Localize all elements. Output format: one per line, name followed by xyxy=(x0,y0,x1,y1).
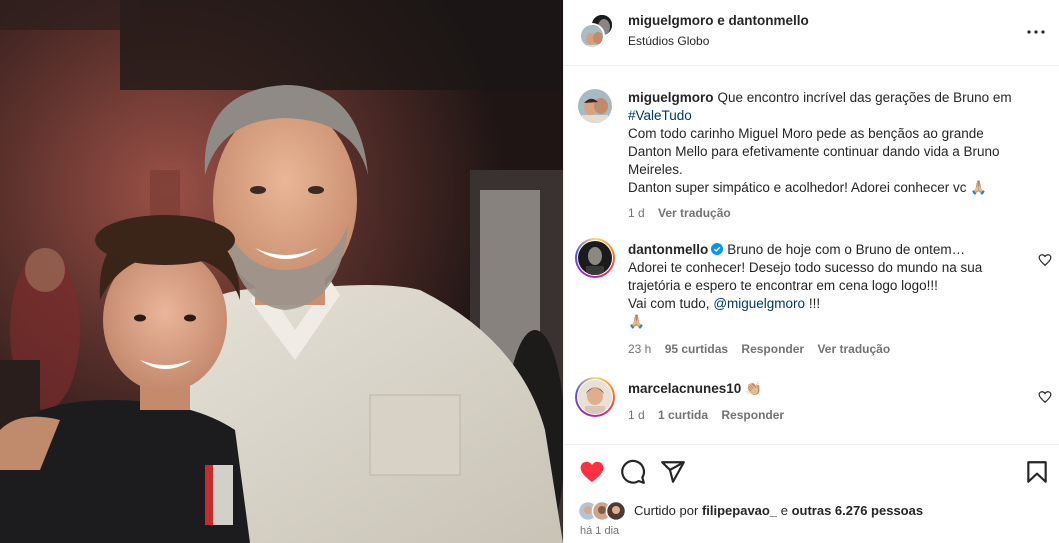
post-location[interactable]: Estúdios Globo xyxy=(628,34,709,48)
translate-link[interactable]: Ver tradução xyxy=(817,342,890,356)
avatar-image xyxy=(581,25,603,47)
share-icon[interactable] xyxy=(660,459,686,485)
avatar-miguelgmoro[interactable] xyxy=(579,23,605,49)
reply-button[interactable]: Responder xyxy=(741,342,804,356)
liked-by-text: Curtido por filipepavao_ e outras 6.276 … xyxy=(634,503,923,518)
post-photo[interactable] xyxy=(0,0,563,543)
liked-by-prefix: Curtido por xyxy=(634,503,699,518)
avatar-dantonmello[interactable] xyxy=(578,241,612,275)
comment-line-1: 👏🏼 xyxy=(745,381,763,396)
comment-likes[interactable]: 1 curtida xyxy=(658,408,708,422)
like-comment-heart-icon[interactable] xyxy=(1038,253,1052,267)
more-options-icon[interactable] xyxy=(1024,20,1048,44)
liker-avatars-image xyxy=(577,500,627,522)
caption-time[interactable]: 1 d xyxy=(628,206,645,220)
caption-meta: 1 d Ver tradução xyxy=(628,206,741,220)
comment-item: dantonmello Bruno de hoje com o Bruno de … xyxy=(575,238,1052,359)
bookmark-icon[interactable] xyxy=(1024,459,1050,485)
comment-text: marcelacnunes10 👏🏼 xyxy=(628,380,1028,398)
avatar-marcelacnunes10[interactable] xyxy=(578,380,612,414)
liked-by-others[interactable]: outras 6.276 pessoas xyxy=(792,503,924,518)
avatar-image xyxy=(578,89,612,123)
caption-text-2: Com todo carinho Miguel Moro pede as ben… xyxy=(628,126,1000,177)
collab-avatars[interactable] xyxy=(579,13,614,49)
post-actions: Curtido por filipepavao_ e outras 6.276 … xyxy=(564,444,1059,543)
post-authors[interactable]: miguelgmoro e dantonmello xyxy=(628,13,809,28)
hashtag-link[interactable]: #ValeTudo xyxy=(628,108,692,123)
comment-time[interactable]: 23 h xyxy=(628,342,651,356)
liked-by-middle: e xyxy=(780,503,788,518)
comment-username[interactable]: marcelacnunes10 xyxy=(628,381,741,396)
comment-text: dantonmello Bruno de hoje com o Bruno de … xyxy=(628,241,1028,331)
like-comment-heart-icon[interactable] xyxy=(1038,390,1052,404)
comment-line-1: Bruno de hoje com o Bruno de ontem… xyxy=(727,242,966,257)
avatar-image xyxy=(578,380,612,414)
heart-filled-icon[interactable] xyxy=(579,459,605,485)
avatar-miguelgmoro[interactable] xyxy=(578,89,612,123)
post-side-panel: miguelgmoro e dantonmello Estúdios Globo xyxy=(563,0,1059,543)
comment-username[interactable]: dantonmello xyxy=(628,242,708,257)
photo-image xyxy=(0,0,563,543)
caption-username[interactable]: miguelgmoro xyxy=(628,90,714,105)
mention-link[interactable]: @miguelgmoro xyxy=(713,296,805,311)
comment-line-2: Adorei te conhecer! Desejo todo sucesso … xyxy=(628,260,983,293)
comment-line-3-prefix: Vai com tudo, xyxy=(628,296,710,311)
comment-meta: 1 d 1 curtida Responder xyxy=(628,408,794,422)
comments-section: miguelgmoro Que encontro incrível das ger… xyxy=(564,67,1059,443)
liked-by: Curtido por filipepavao_ e outras 6.276 … xyxy=(577,499,1058,522)
post-date[interactable]: há 1 dia xyxy=(580,525,619,537)
comment-item: marcelacnunes10 👏🏼 1 d 1 curtida Responde… xyxy=(575,377,1052,430)
post-header: miguelgmoro e dantonmello Estúdios Globo xyxy=(564,0,1059,66)
caption-translate-link[interactable]: Ver tradução xyxy=(658,206,731,220)
instagram-post: miguelgmoro e dantonmello Estúdios Globo xyxy=(0,0,1059,543)
verified-badge-icon xyxy=(711,243,724,255)
liked-by-user[interactable]: filipepavao_ xyxy=(702,503,777,518)
comment-icon[interactable] xyxy=(620,459,646,485)
post-caption: miguelgmoro Que encontro incrível das ger… xyxy=(578,89,1048,224)
comment-line-3-suffix: !!! xyxy=(808,296,821,311)
caption-text-3: Danton super simpático e acolhedor! Ador… xyxy=(628,180,988,195)
reply-button[interactable]: Responder xyxy=(721,408,784,422)
liker-avatars[interactable] xyxy=(577,500,628,522)
avatar-image xyxy=(578,241,612,275)
comment-line-4: 🙏🏼 xyxy=(628,314,645,329)
comment-meta: 23 h 95 curtidas Responder Ver tradução xyxy=(628,342,900,356)
caption-text-1: Que encontro incrível das gerações de Br… xyxy=(717,90,1012,105)
comment-likes[interactable]: 95 curtidas xyxy=(665,342,728,356)
caption-text: miguelgmoro Que encontro incrível das ger… xyxy=(628,89,1028,197)
comment-time[interactable]: 1 d xyxy=(628,408,645,422)
